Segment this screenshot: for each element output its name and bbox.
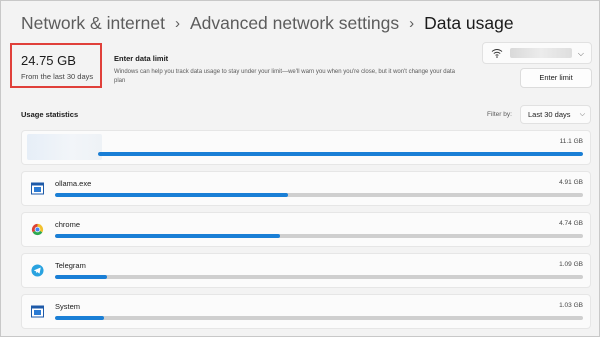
usage-bar-track bbox=[55, 234, 583, 238]
redacted-app-name bbox=[27, 134, 102, 160]
enter-limit-button[interactable]: Enter limit bbox=[520, 68, 592, 88]
usage-period: From the last 30 days bbox=[21, 72, 94, 81]
app-usage-row[interactable]: chrome 4.74 GB bbox=[21, 212, 591, 247]
telegram-icon bbox=[31, 264, 44, 277]
filter-value: Last 30 days bbox=[528, 110, 571, 119]
page-title: Data usage bbox=[424, 12, 514, 33]
data-limit-description: Windows can help you track data usage to… bbox=[114, 69, 455, 84]
usage-bar-fill bbox=[55, 193, 289, 197]
breadcrumb: Network & internet › Advanced network se… bbox=[21, 9, 514, 37]
breadcrumb-item-network[interactable]: Network & internet bbox=[21, 13, 165, 34]
app-data-size: 11.1 GB bbox=[559, 138, 583, 145]
usage-statistics-heading: Usage statistics bbox=[21, 110, 79, 119]
chevron-right-icon: › bbox=[409, 14, 415, 32]
network-selector[interactable]: ⌵ bbox=[482, 42, 592, 64]
usage-bar-fill bbox=[98, 152, 583, 156]
filter-label: Filter by: bbox=[487, 111, 512, 118]
chevron-down-icon: ⌵ bbox=[579, 111, 585, 118]
app-name: ollama.exe bbox=[55, 179, 92, 188]
app-name: chrome bbox=[55, 220, 81, 229]
app-data-size: 1.03 GB bbox=[559, 302, 583, 309]
app-usage-row[interactable]: Telegram 1.09 GB bbox=[21, 253, 591, 288]
breadcrumb-item-advanced[interactable]: Advanced network settings bbox=[190, 13, 399, 34]
app-data-size: 4.91 GB bbox=[559, 179, 583, 186]
app-window-icon bbox=[31, 182, 44, 195]
chrome-icon bbox=[31, 223, 44, 236]
usage-summary: 24.75 GB From the last 30 days bbox=[10, 43, 102, 88]
filter-dropdown[interactable]: Last 30 days ⌵ bbox=[520, 105, 591, 124]
usage-bar-track bbox=[55, 193, 583, 197]
usage-bar-fill bbox=[55, 275, 107, 279]
usage-bar-track bbox=[55, 275, 583, 279]
wifi-icon bbox=[491, 49, 503, 58]
app-usage-row[interactable]: System 1.03 GB bbox=[21, 294, 591, 329]
total-usage: 24.75 GB bbox=[21, 53, 76, 68]
app-data-size: 1.09 GB bbox=[559, 261, 583, 268]
app-window-icon bbox=[31, 305, 44, 318]
chevron-right-icon: › bbox=[174, 14, 180, 32]
data-limit-title: Enter data limit bbox=[114, 54, 169, 63]
app-data-size: 4.74 GB bbox=[559, 220, 583, 227]
usage-bar-fill bbox=[55, 316, 105, 320]
app-usage-row[interactable]: ollama.exe 4.91 GB bbox=[21, 171, 591, 206]
chevron-down-icon: ⌵ bbox=[577, 49, 584, 58]
usage-bar-track bbox=[98, 152, 583, 156]
app-name: Telegram bbox=[55, 261, 86, 270]
network-name-redacted bbox=[510, 48, 572, 58]
data-limit-section: Enter data limit Windows can help you tr… bbox=[114, 54, 474, 86]
app-name: System bbox=[55, 302, 81, 311]
usage-bar-track bbox=[55, 316, 583, 320]
app-usage-row[interactable]: 11.1 GB bbox=[21, 130, 591, 165]
usage-bar-fill bbox=[55, 234, 281, 238]
